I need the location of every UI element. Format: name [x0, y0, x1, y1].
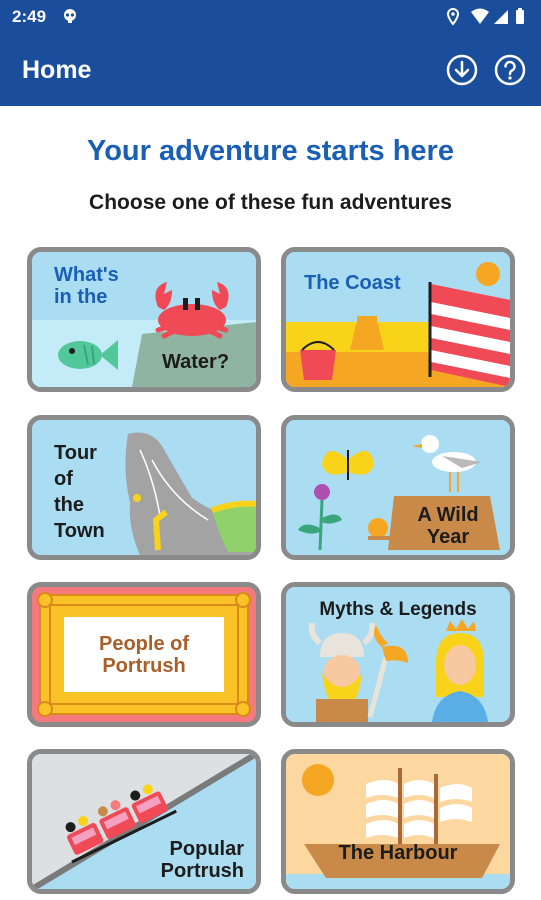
card-label: The Harbour: [338, 842, 458, 864]
sun-icon: [476, 262, 500, 286]
card-label-bottom: Water?: [162, 351, 230, 373]
sun-icon: [302, 764, 334, 796]
help-icon[interactable]: [494, 54, 526, 86]
app-bar: Home: [0, 34, 541, 106]
battery-icon: [516, 8, 524, 24]
page-heading: Your adventure starts here: [87, 135, 454, 167]
harbour-illustration: [286, 754, 510, 889]
adventure-card-a-wild-year[interactable]: A Wild Year: [281, 415, 515, 560]
card-label: Popular Portrush: [160, 838, 244, 883]
card-label: Tour of the Town: [54, 442, 105, 542]
adventure-card-whats-in-the-water[interactable]: What's in the Water?: [27, 247, 261, 392]
notification-icon: [62, 8, 78, 29]
card-label: A Wild Year: [417, 504, 479, 549]
adventure-card-the-harbour[interactable]: The Harbour: [281, 749, 515, 894]
download-icon[interactable]: [446, 54, 478, 86]
wifi-icon: [471, 8, 489, 24]
adventure-card-myths-and-legends[interactable]: Myths & Legends: [281, 582, 515, 727]
card-label: Myths & Legends: [319, 599, 477, 620]
card-label-top: What's in the: [54, 264, 119, 309]
adventure-card-popular-portrush[interactable]: Popular Portrush: [27, 749, 261, 894]
page-subheading: Choose one of these fun adventures: [89, 191, 452, 214]
signal-icon: [494, 10, 508, 24]
location-icon: [446, 7, 460, 26]
page-title: Home: [22, 56, 92, 84]
status-bar: 2:49: [0, 0, 541, 34]
adventure-card-tour-of-the-town[interactable]: Tour of the Town: [27, 415, 261, 560]
system-icons: [446, 7, 529, 31]
adventure-card-people-of-portrush[interactable]: People of Portrush: [27, 582, 261, 727]
adventure-card-the-coast[interactable]: The Coast: [281, 247, 515, 392]
status-time: 2:49: [12, 7, 47, 26]
card-label: People of Portrush: [98, 633, 189, 678]
card-label: The Coast: [304, 272, 401, 294]
